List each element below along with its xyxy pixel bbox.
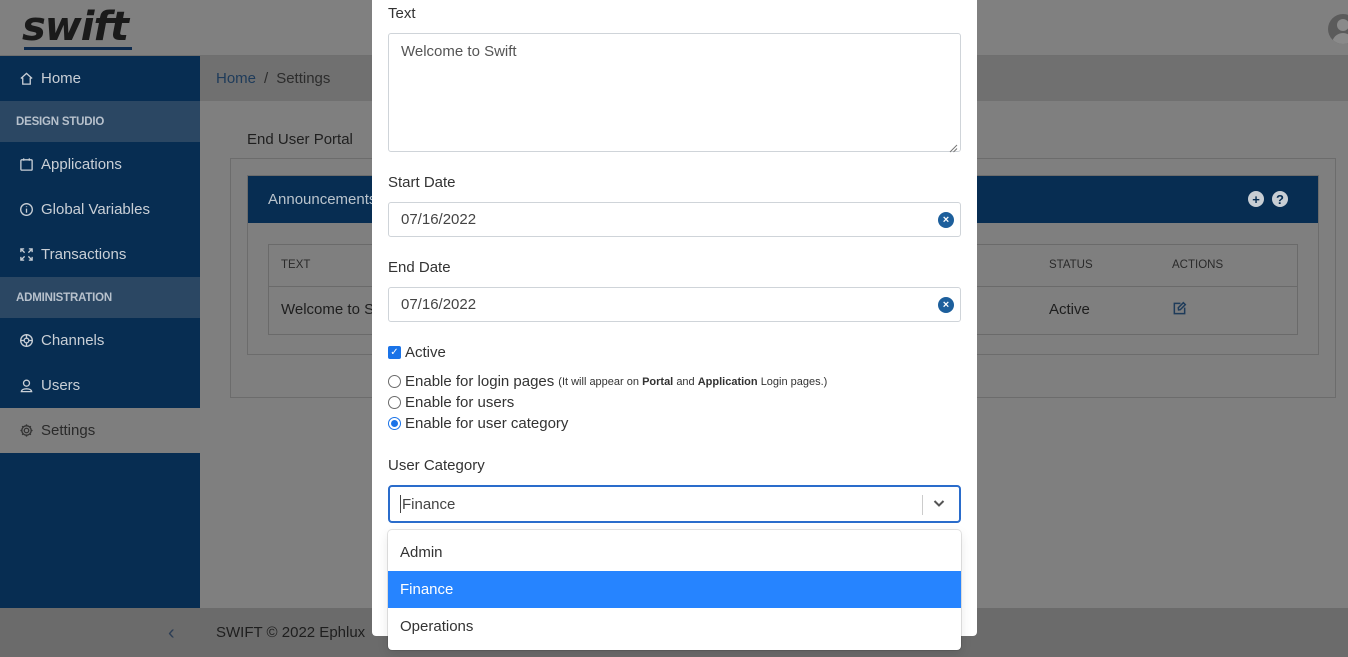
home-icon [18, 71, 34, 87]
chevron-left-icon[interactable]: ‹ [168, 622, 175, 645]
user-category-select[interactable]: Finance [388, 485, 961, 523]
radio-login-pages-button[interactable] [388, 375, 401, 388]
announcement-modal: Text Welcome to Swift Start Date 07/16/2… [372, 0, 977, 650]
logo-underline [24, 47, 132, 50]
start-date-value: 07/16/2022 [401, 211, 477, 228]
chevron-down-icon[interactable] [932, 496, 948, 512]
footer-copyright: SWIFT © 2022 Ephlux [216, 624, 366, 641]
breadcrumb-home-link[interactable]: Home [216, 70, 256, 87]
text-textarea[interactable]: Welcome to Swift [388, 33, 961, 153]
sidebar-item-global-variables[interactable]: Global Variables [0, 187, 200, 232]
sidebar-footer: ‹ [0, 608, 200, 657]
clear-end-date-icon[interactable]: × [938, 297, 954, 313]
column-header-actions: ACTIONS [1172, 259, 1224, 271]
user-category-label: User Category [388, 457, 485, 474]
breadcrumb-separator: / [264, 70, 269, 87]
radio-users[interactable]: Enable for users [388, 394, 514, 411]
cell-status: Active [1049, 301, 1090, 318]
channels-icon [18, 333, 34, 349]
sidebar-item-label: Settings [41, 422, 96, 439]
text-value: Welcome to Swift [401, 43, 517, 60]
sidebar-item-users[interactable]: Users [0, 363, 200, 408]
calendar-icon [18, 157, 34, 173]
option-admin[interactable]: Admin [388, 534, 961, 571]
sidebar-item-label: Users [41, 377, 81, 394]
sidebar-item-label: Home [41, 70, 82, 87]
clear-start-date-icon[interactable]: × [938, 212, 954, 228]
hint-part: and [676, 375, 695, 388]
tab-end-user-portal[interactable]: End User Portal [247, 131, 353, 148]
sidebar-item-label: Channels [41, 332, 105, 349]
radio-user-category[interactable]: Enable for user category [388, 415, 568, 432]
active-checkbox[interactable]: ✓ [388, 346, 401, 359]
text-label: Text [388, 5, 416, 22]
app-logo[interactable]: swift [22, 4, 129, 50]
gear-icon [18, 423, 34, 439]
info-circle-icon [18, 202, 34, 218]
end-date-label: End Date [388, 259, 451, 276]
radio-user-category-label: Enable for user category [405, 415, 569, 432]
sidebar-item-label: Global Variables [41, 201, 150, 218]
sidebar: Home DESIGN STUDIO Applications Global V… [0, 56, 200, 657]
start-date-input[interactable]: 07/16/2022 × [388, 202, 961, 237]
breadcrumb-current: Settings [276, 70, 331, 87]
sidebar-item-label: Applications [41, 156, 122, 173]
resize-grip-icon[interactable] [949, 140, 958, 153]
edit-icon[interactable] [1172, 301, 1188, 317]
end-date-input[interactable]: 07/16/2022 × [388, 287, 961, 322]
sidebar-section-administration: ADMINISTRATION [0, 277, 200, 318]
announcements-actions: + ? [1248, 191, 1288, 207]
radio-users-label: Enable for users [405, 394, 515, 411]
help-circle-icon[interactable]: ? [1272, 191, 1288, 207]
add-circle-icon[interactable]: + [1248, 191, 1264, 207]
start-date-label: Start Date [388, 174, 456, 191]
sidebar-item-transactions[interactable]: Transactions [0, 232, 200, 277]
hint-part: (It will appear on [558, 375, 639, 388]
hint-part: Login pages.) [760, 375, 828, 388]
radio-user-category-button[interactable] [388, 417, 401, 430]
select-divider [922, 495, 923, 515]
announcements-title: Announcements [268, 191, 377, 208]
login-pages-hint: (It will appear on Portal and Applicatio… [558, 376, 827, 388]
text-cursor [400, 495, 401, 513]
expand-icon [18, 247, 34, 263]
hint-portal: Portal [642, 375, 674, 388]
sidebar-item-label: Transactions [41, 246, 127, 263]
column-header-text: TEXT [281, 259, 311, 271]
column-header-status: STATUS [1049, 259, 1093, 271]
end-date-value: 07/16/2022 [401, 296, 477, 313]
option-operations[interactable]: Operations [388, 608, 961, 645]
sidebar-item-channels[interactable]: Channels [0, 318, 200, 363]
radio-login-pages-label: Enable for login pages [405, 373, 555, 390]
user-category-value: Finance [402, 495, 456, 513]
radio-login-pages[interactable]: Enable for login pages (It will appear o… [388, 373, 827, 390]
user-avatar-icon[interactable] [1328, 14, 1348, 44]
active-label: Active [405, 344, 446, 361]
radio-users-button[interactable] [388, 396, 401, 409]
active-checkbox-row[interactable]: ✓ Active [388, 344, 446, 361]
option-finance[interactable]: Finance [388, 571, 961, 608]
user-icon [18, 378, 34, 394]
hint-application: Application [697, 375, 758, 388]
sidebar-section-design-studio: DESIGN STUDIO [0, 101, 200, 142]
sidebar-item-home[interactable]: Home [0, 56, 200, 101]
user-category-menu: Admin Finance Operations [388, 530, 961, 650]
sidebar-item-applications[interactable]: Applications [0, 142, 200, 187]
sidebar-item-settings[interactable]: Settings [0, 408, 200, 453]
